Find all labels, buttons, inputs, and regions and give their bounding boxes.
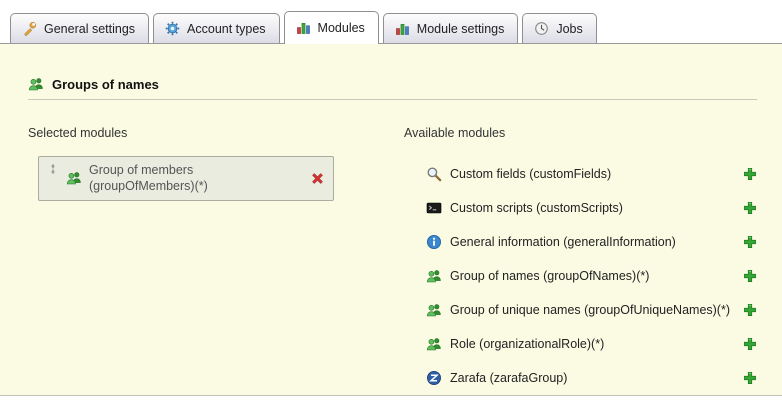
- selected-modules-list: Group of members(groupOfMembers)(*): [38, 156, 334, 201]
- available-module-row: Group of unique names (groupOfUniqueName…: [426, 300, 757, 320]
- add-module-button[interactable]: [743, 269, 757, 283]
- available-module-label: General information (generalInformation): [450, 235, 676, 249]
- group-icon: [28, 76, 44, 92]
- add-module-button[interactable]: [743, 167, 757, 181]
- available-module-label: Zarafa (zarafaGroup): [450, 371, 567, 385]
- tab-label: Modules: [318, 21, 365, 35]
- modules-icon: [296, 20, 311, 35]
- available-module-row: Zarafa (zarafaGroup): [426, 368, 757, 388]
- add-icon: [743, 371, 757, 385]
- available-module-row: Role (organizationalRole)(*): [426, 334, 757, 354]
- selected-module-label: Group of members(groupOfMembers)(*): [89, 162, 208, 195]
- group-icon: [426, 268, 442, 284]
- tab-account-types[interactable]: Account types: [153, 13, 280, 43]
- selected-module-item[interactable]: Group of members(groupOfMembers)(*): [38, 156, 334, 201]
- add-icon: [743, 269, 757, 283]
- add-icon: [743, 303, 757, 317]
- available-module-row: Custom scripts (customScripts): [426, 198, 757, 218]
- tab-label: Jobs: [556, 22, 582, 36]
- available-module-label: Group of unique names (groupOfUniqueName…: [450, 303, 730, 317]
- add-icon: [743, 167, 757, 181]
- group-icon: [426, 336, 442, 352]
- remove-module-button[interactable]: [310, 171, 325, 186]
- available-module-label: Group of names (groupOfNames)(*): [450, 269, 649, 283]
- tab-module-settings[interactable]: Module settings: [383, 13, 519, 43]
- add-module-button[interactable]: [743, 303, 757, 317]
- available-module-label: Custom scripts (customScripts): [450, 201, 623, 215]
- script-icon: [426, 200, 442, 216]
- add-icon: [743, 235, 757, 249]
- bottom-strip: [0, 396, 782, 403]
- tab-label: General settings: [44, 22, 135, 36]
- modules-icon: [395, 21, 410, 36]
- add-module-button[interactable]: [743, 201, 757, 215]
- section-heading: Groups of names: [28, 76, 757, 92]
- zarafa-icon: [426, 370, 442, 386]
- tab-label: Account types: [187, 22, 266, 36]
- wrench-icon: [22, 21, 37, 36]
- add-module-button[interactable]: [743, 235, 757, 249]
- tab-bar: General settings Account types Modules Modu…: [0, 0, 782, 44]
- available-modules-label: Available modules: [404, 126, 757, 140]
- clock-icon: [534, 21, 549, 36]
- drag-icon: [47, 163, 59, 175]
- group-icon: [426, 302, 442, 318]
- available-module-row: Group of names (groupOfNames)(*): [426, 266, 757, 286]
- available-module-label: Role (organizationalRole)(*): [450, 337, 604, 351]
- available-modules-column: Available modules Custom fields (customF…: [404, 126, 757, 396]
- tab-label: Module settings: [417, 22, 505, 36]
- heading-divider: [28, 99, 757, 100]
- tab-jobs[interactable]: Jobs: [522, 13, 596, 43]
- content-panel: Groups of names Selected modules Group o…: [0, 44, 782, 396]
- selected-modules-column: Selected modules Group of members(groupO…: [28, 126, 404, 396]
- info-icon: [426, 234, 442, 250]
- tab-modules[interactable]: Modules: [284, 11, 379, 44]
- selected-modules-label: Selected modules: [28, 126, 404, 140]
- page-title: Groups of names: [52, 77, 159, 92]
- available-modules-list: Custom fields (customFields) Custom scrip…: [404, 164, 757, 388]
- add-icon: [743, 337, 757, 351]
- gear-icon: [165, 21, 180, 36]
- available-module-row: General information (generalInformation): [426, 232, 757, 252]
- tab-general-settings[interactable]: General settings: [10, 13, 149, 43]
- magnifier-icon: [426, 166, 442, 182]
- settings-page: General settings Account types Modules Modu…: [0, 0, 782, 403]
- add-icon: [743, 201, 757, 215]
- add-module-button[interactable]: [743, 337, 757, 351]
- module-columns: Selected modules Group of members(groupO…: [28, 126, 757, 396]
- available-module-row: Custom fields (customFields): [426, 164, 757, 184]
- add-module-button[interactable]: [743, 371, 757, 385]
- group-icon: [66, 170, 82, 186]
- available-module-label: Custom fields (customFields): [450, 167, 611, 181]
- delete-icon: [310, 171, 325, 186]
